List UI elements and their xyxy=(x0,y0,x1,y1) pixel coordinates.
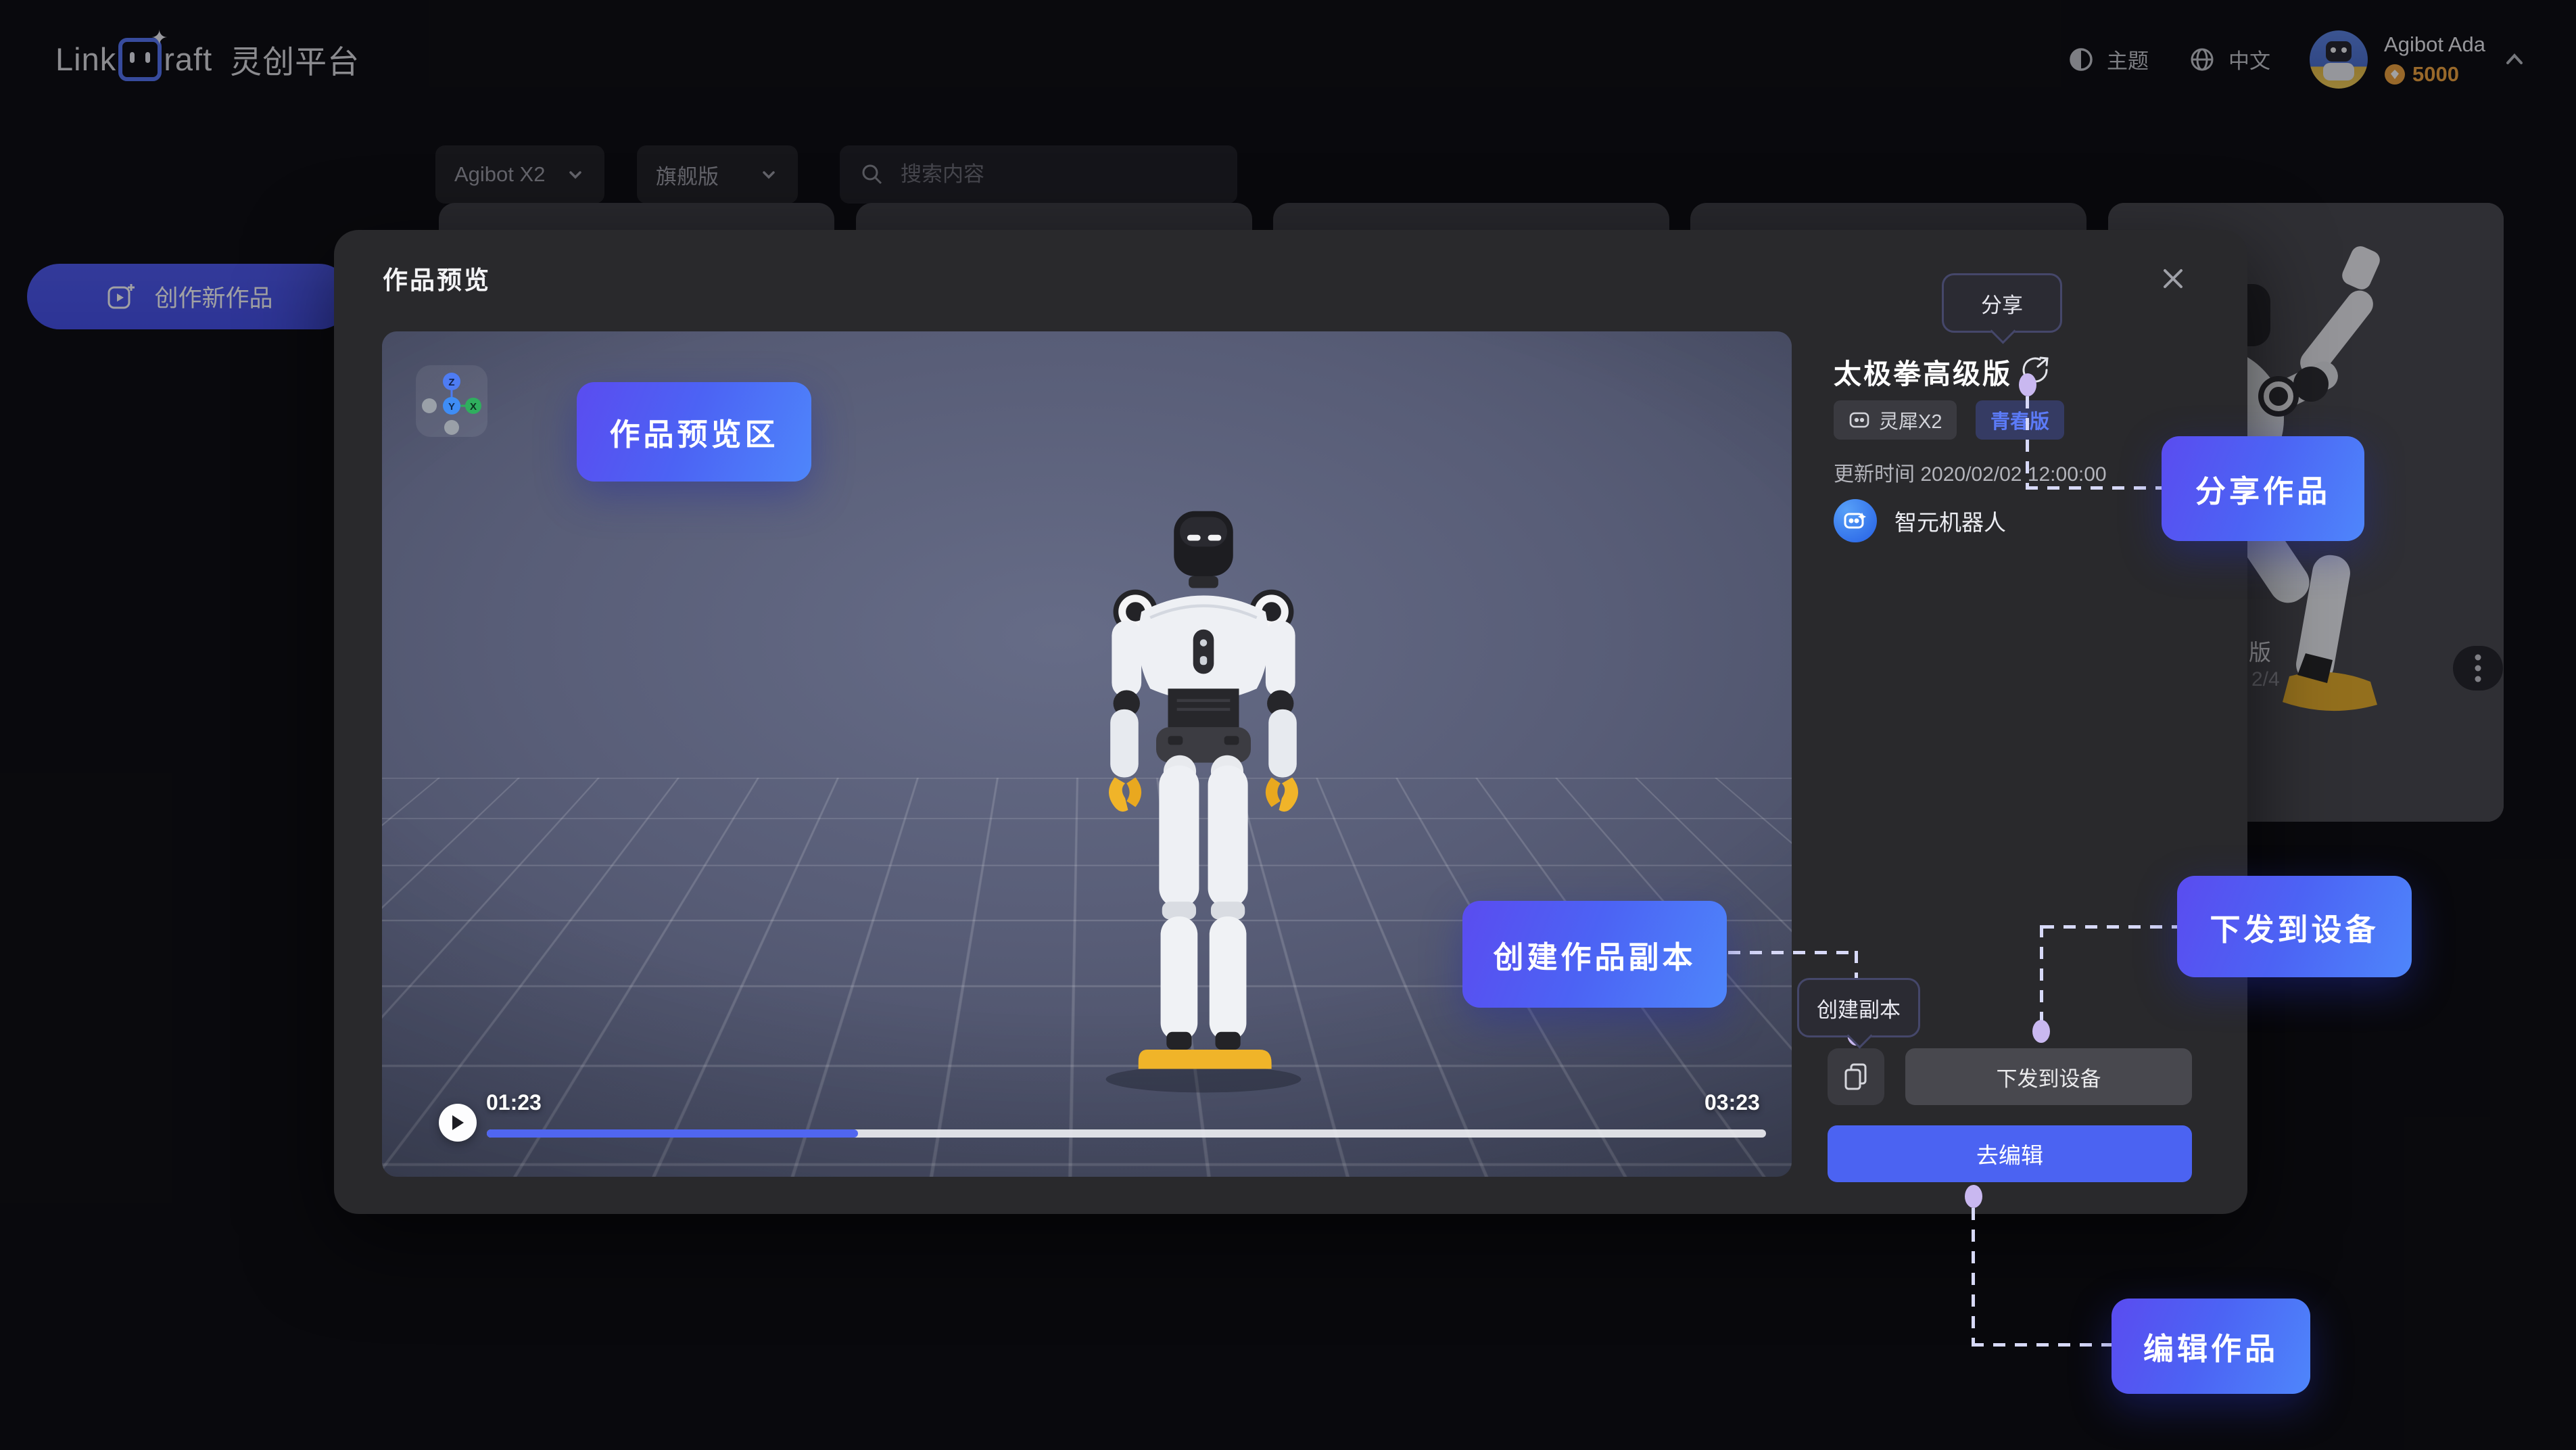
connector-line xyxy=(1972,1343,2112,1347)
callout-deploy-device: 下发到设备 xyxy=(2177,876,2412,977)
go-edit-button[interactable]: 去编辑 xyxy=(1828,1125,2192,1182)
axis-gizmo[interactable]: Z Y X xyxy=(416,365,487,437)
gizmo-x-label: X xyxy=(470,401,477,413)
callout-edit-work: 编辑作品 xyxy=(2112,1299,2310,1394)
copy-tooltip-label: 创建副本 xyxy=(1817,993,1901,1023)
connector-dot xyxy=(2019,373,2036,396)
progress-fill xyxy=(487,1129,858,1138)
modal-title: 作品预览 xyxy=(383,260,491,296)
model-tag: 灵犀X2 xyxy=(1834,400,1957,440)
edition-tag: 青春版 xyxy=(1976,400,2064,440)
robot-model xyxy=(1085,495,1322,1107)
time-current: 01:23 xyxy=(486,1090,542,1115)
gizmo-z-label: Z xyxy=(448,377,454,388)
connector-line xyxy=(1728,951,1858,954)
copy-tooltip: 创建副本 xyxy=(1797,978,1920,1037)
robot-face-icon xyxy=(1848,411,1870,429)
connector-line xyxy=(2042,925,2177,929)
play-button[interactable] xyxy=(439,1104,477,1142)
connector-dot xyxy=(2032,1020,2050,1043)
edition-tag-label: 青春版 xyxy=(1990,406,2049,434)
callout-share-work: 分享作品 xyxy=(2162,436,2364,541)
connector-line xyxy=(2026,486,2162,490)
share-tooltip: 分享 xyxy=(1942,273,2062,333)
updated-time: 更新时间 2020/02/02 12:00:00 xyxy=(1834,457,2107,487)
copy-work-button[interactable] xyxy=(1828,1048,1884,1105)
author-row[interactable]: 智元机器人 xyxy=(1834,499,2006,542)
connector-line xyxy=(1972,1208,1975,1346)
play-icon xyxy=(450,1114,465,1131)
callout-preview-area: 作品预览区 xyxy=(577,382,811,482)
model-tag-label: 灵犀X2 xyxy=(1879,406,1942,434)
close-button[interactable] xyxy=(2157,262,2189,295)
connector-dot xyxy=(1965,1185,1982,1208)
progress-bar[interactable] xyxy=(487,1129,1766,1138)
share-tooltip-label: 分享 xyxy=(1981,288,2023,319)
time-total: 03:23 xyxy=(1704,1090,1760,1115)
work-title: 太极拳高级版 xyxy=(1834,351,2012,392)
author-avatar xyxy=(1834,499,1877,542)
deploy-to-device-button[interactable]: 下发到设备 xyxy=(1905,1048,2192,1105)
author-name: 智元机器人 xyxy=(1894,505,2006,537)
connector-line xyxy=(2040,925,2043,1024)
close-icon xyxy=(2157,262,2189,295)
connector-line xyxy=(2026,396,2029,488)
gizmo-y-label: Y xyxy=(448,401,455,413)
robot-face-icon xyxy=(1843,510,1867,532)
callout-copy-work: 创建作品副本 xyxy=(1462,901,1727,1008)
copy-icon xyxy=(1842,1062,1869,1092)
